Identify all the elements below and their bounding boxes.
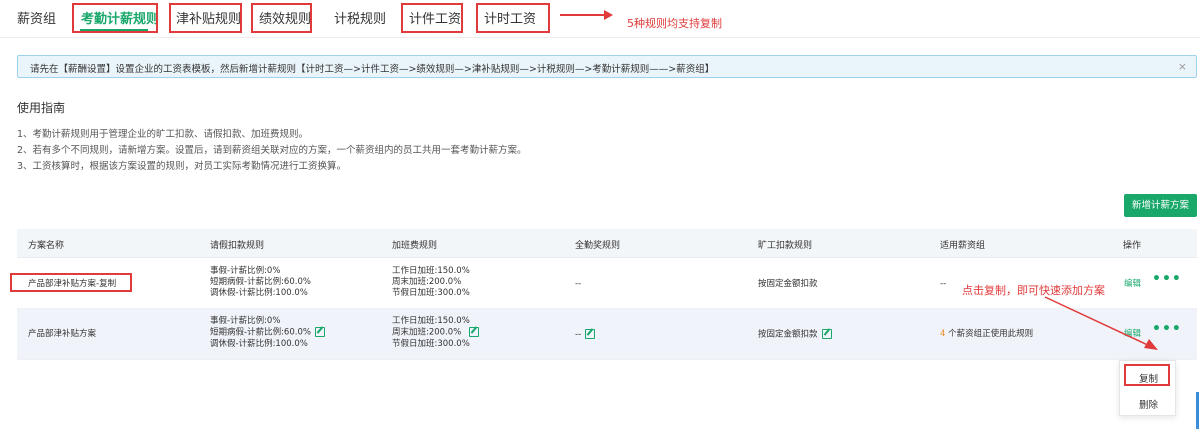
add-pay-plan-button[interactable]: 新增计薪方案 bbox=[1124, 194, 1197, 217]
column-header: 适用薪资组 bbox=[940, 241, 986, 251]
annotation-arrow-head bbox=[604, 10, 613, 20]
overtime-rules: 工作日加班:150.0% 周末加班:200.0% 节假日加班:300.0% bbox=[392, 316, 480, 350]
applicable-salary-groups: 4 个薪资组正使用此规则 bbox=[940, 329, 1034, 339]
highlight-box bbox=[10, 273, 132, 292]
delete-menu-item[interactable]: 删除 bbox=[1120, 397, 1177, 411]
guide-title: 使用指南 bbox=[17, 101, 66, 115]
guide-line: 1、考勤计薪规则用于管理企业的旷工扣款、请假扣款、加班费规则。 bbox=[17, 129, 309, 140]
tab-salary-group[interactable]: 薪资组 bbox=[17, 8, 56, 27]
absence-deduction-rule: 按固定金额扣款 bbox=[758, 329, 832, 341]
edit-button[interactable]: 编辑 bbox=[1124, 279, 1141, 290]
column-header: 操作 bbox=[1123, 241, 1142, 251]
edit-icon[interactable] bbox=[821, 329, 832, 339]
applicable-salary-groups: -- bbox=[940, 279, 947, 289]
table-header: 方案名称 请假扣款规则 加班费规则 全勤奖规则 旷工扣款规则 适用薪资组 操作 bbox=[17, 229, 1197, 258]
leave-rules: 事假-计薪比例:0% 短期病假-计薪比例:60.0% 调休假-计薪比例:100.… bbox=[210, 316, 325, 350]
column-header: 加班费规则 bbox=[392, 241, 438, 251]
edit-icon[interactable] bbox=[314, 327, 325, 337]
tab-tax-rules[interactable]: 计税规则 bbox=[334, 8, 386, 27]
table-row: 产品部津补贴方案 事假-计薪比例:0% 短期病假-计薪比例:60.0% 调休假-… bbox=[17, 309, 1197, 360]
annotation-arrow bbox=[1044, 296, 1158, 350]
guide-line: 2、若有多个不同规则，请新增方案。设置后，请到薪资组关联对应的方案，一个薪资组内… bbox=[17, 145, 527, 156]
edit-icon[interactable] bbox=[585, 329, 596, 339]
highlight-box bbox=[1124, 364, 1170, 386]
leave-rules: 事假-计薪比例:0% 短期病假-计薪比例:60.0% 调休假-计薪比例:100.… bbox=[210, 266, 311, 298]
info-notice: 请先在【薪酬设置】设置企业的工资表模板，然后新增计薪规则【计时工资—>计件工资—… bbox=[17, 55, 1197, 78]
scrollbar[interactable] bbox=[1196, 392, 1199, 429]
column-header: 请假扣款规则 bbox=[210, 241, 265, 251]
notice-text: 请先在【薪酬设置】设置企业的工资表模板，然后新增计薪规则【计时工资—>计件工资—… bbox=[30, 64, 715, 75]
highlight-box bbox=[251, 3, 312, 33]
column-header: 旷工扣款规则 bbox=[758, 241, 813, 251]
column-header: 全勤奖规则 bbox=[575, 241, 621, 251]
attendance-bonus-rule: -- bbox=[575, 329, 596, 341]
guide-line: 3、工资核算时，根据该方案设置的规则，对员工实际考勤情况进行工资换算。 bbox=[17, 161, 347, 172]
highlight-box bbox=[401, 3, 463, 33]
plan-name: 产品部津补贴方案 bbox=[28, 329, 97, 339]
more-icon[interactable]: ••• bbox=[1152, 272, 1182, 286]
annotation-arrow bbox=[560, 14, 606, 16]
annotation-tabs-note: 5种规则均支持复制 bbox=[627, 17, 722, 30]
column-header: 方案名称 bbox=[28, 241, 65, 251]
edit-icon[interactable] bbox=[469, 327, 480, 337]
absence-deduction-rule: 按固定金额扣款 bbox=[758, 279, 818, 289]
highlight-box bbox=[72, 3, 158, 33]
overtime-rules: 工作日加班:150.0% 周末加班:200.0% 节假日加班:300.0% bbox=[392, 266, 470, 298]
close-icon[interactable]: × bbox=[1178, 60, 1187, 73]
attendance-bonus-rule: -- bbox=[575, 279, 582, 289]
highlight-box bbox=[169, 3, 242, 33]
highlight-box bbox=[476, 3, 550, 33]
